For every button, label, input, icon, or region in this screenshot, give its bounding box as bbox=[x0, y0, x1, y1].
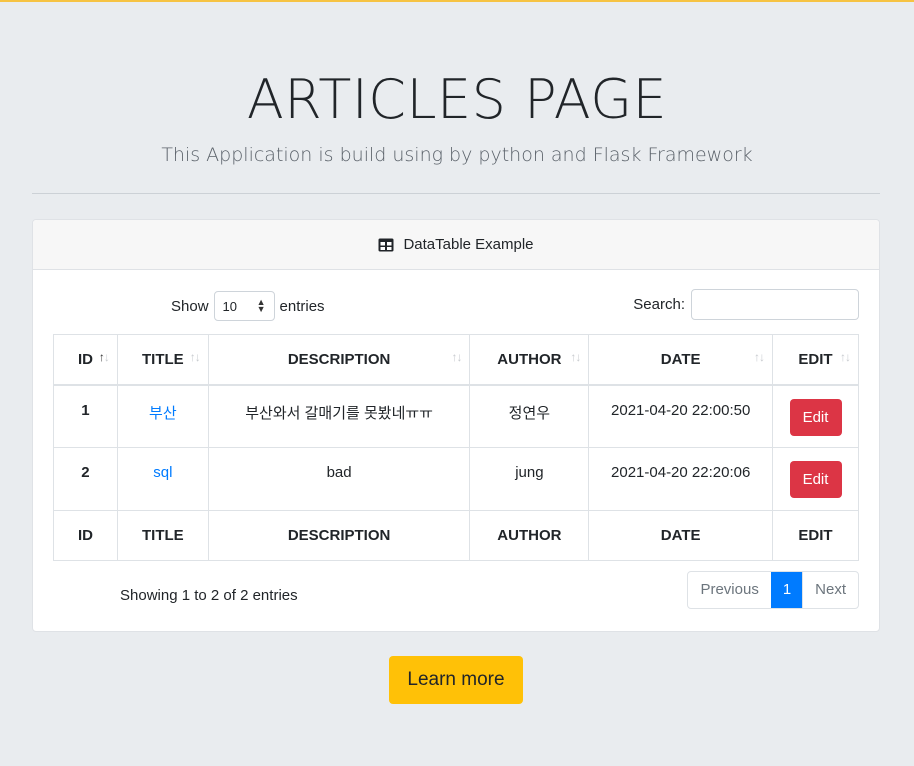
articles-table: ID ↑↓ TITLE ↑↓ DESCRIPTION ↑↓ AUTHOR ↑↓ DATE… bbox=[53, 334, 859, 561]
cell-date: 2021-04-20 22:20:06 bbox=[588, 447, 774, 511]
sort-icon: ↑↓ bbox=[189, 350, 201, 364]
card-title: DataTable Example bbox=[403, 236, 534, 253]
footer-title: TITLE bbox=[116, 510, 209, 561]
cell-author: jung bbox=[469, 447, 590, 511]
table-header-row: ID ↑↓ TITLE ↑↓ DESCRIPTION ↑↓ AUTHOR ↑↓ DATE… bbox=[53, 334, 859, 386]
table-footer-row: ID TITLE DESCRIPTION AUTHOR DATE EDIT bbox=[53, 510, 859, 561]
footer-description: DESCRIPTION bbox=[207, 510, 471, 561]
footer-edit: EDIT bbox=[772, 510, 859, 561]
cell-id: 2 bbox=[53, 447, 118, 511]
sort-icon: ↑↓ bbox=[451, 350, 462, 364]
sort-icon: ↑↓ bbox=[570, 350, 581, 364]
cell-title: sql bbox=[116, 447, 209, 511]
entries-label: entries bbox=[279, 297, 325, 315]
cell-title: 부산 bbox=[116, 384, 209, 448]
column-header-title[interactable]: TITLE ↑↓ bbox=[116, 334, 209, 386]
edit-button[interactable]: Edit bbox=[789, 398, 842, 436]
column-header-author[interactable]: AUTHOR ↑↓ bbox=[469, 334, 590, 386]
cell-edit: Edit bbox=[772, 384, 859, 448]
entries-select-value: 10 bbox=[222, 298, 237, 314]
datatable-card: DataTable Example Show 10 ▲ ▼ entries Sea… bbox=[32, 219, 880, 632]
sort-asc-icon: ↑↓ bbox=[98, 350, 110, 364]
cell-id: 1 bbox=[53, 384, 118, 448]
cell-edit: Edit bbox=[772, 447, 859, 511]
divider bbox=[32, 193, 880, 194]
table-row: 1 부산 부산와서 갈매기를 못봤네ㅠㅠ 정연우 2021-04-20 22:0… bbox=[53, 384, 859, 448]
sort-icon: ↑↓ bbox=[754, 350, 765, 364]
page-title: ARTICLES PAGE bbox=[246, 68, 668, 131]
entries-length-control: Show 10 ▲ ▼ entries bbox=[171, 291, 325, 321]
pagination-page-1[interactable]: 1 bbox=[770, 572, 803, 608]
table-row: 2 sql bad jung 2021-04-20 22:20:06 Edit bbox=[53, 447, 859, 511]
search-label: Search: bbox=[633, 296, 685, 313]
column-header-edit[interactable]: EDIT ↑↓ bbox=[772, 334, 859, 386]
article-title-link[interactable]: sql bbox=[153, 464, 172, 481]
table-info: Showing 1 to 2 of 2 entries bbox=[120, 587, 298, 604]
cell-author: 정연우 bbox=[469, 384, 590, 448]
table-icon bbox=[378, 238, 394, 252]
footer-date: DATE bbox=[588, 510, 774, 561]
card-header: DataTable Example bbox=[33, 220, 879, 270]
top-border-strip bbox=[0, 0, 914, 2]
article-title-link[interactable]: 부산 bbox=[149, 405, 177, 422]
column-header-id[interactable]: ID ↑↓ bbox=[53, 334, 118, 386]
entries-select[interactable]: 10 ▲ ▼ bbox=[213, 291, 275, 321]
pagination-next[interactable]: Next bbox=[802, 572, 858, 608]
sort-icon: ↑↓ bbox=[840, 350, 851, 364]
cell-date: 2021-04-20 22:00:50 bbox=[588, 384, 774, 448]
page-lead: This Application is build using by pytho… bbox=[161, 144, 753, 166]
column-header-date[interactable]: DATE ↑↓ bbox=[588, 334, 774, 386]
footer-author: AUTHOR bbox=[469, 510, 590, 561]
column-header-description[interactable]: DESCRIPTION ↑↓ bbox=[207, 334, 471, 386]
learn-more-button[interactable]: Learn more bbox=[389, 656, 523, 704]
cell-description: bad bbox=[207, 447, 471, 511]
pagination-previous[interactable]: Previous bbox=[688, 572, 770, 608]
pagination: Previous 1 Next bbox=[687, 571, 859, 609]
search-input[interactable] bbox=[691, 289, 859, 320]
search-control: Search: bbox=[633, 289, 859, 320]
show-label: Show bbox=[171, 297, 209, 315]
edit-button[interactable]: Edit bbox=[789, 461, 842, 498]
cell-description: 부산와서 갈매기를 못봤네ㅠㅠ bbox=[207, 384, 471, 448]
sort-updown-icon: ▲ ▼ bbox=[256, 297, 266, 314]
footer-id: ID bbox=[53, 510, 118, 561]
